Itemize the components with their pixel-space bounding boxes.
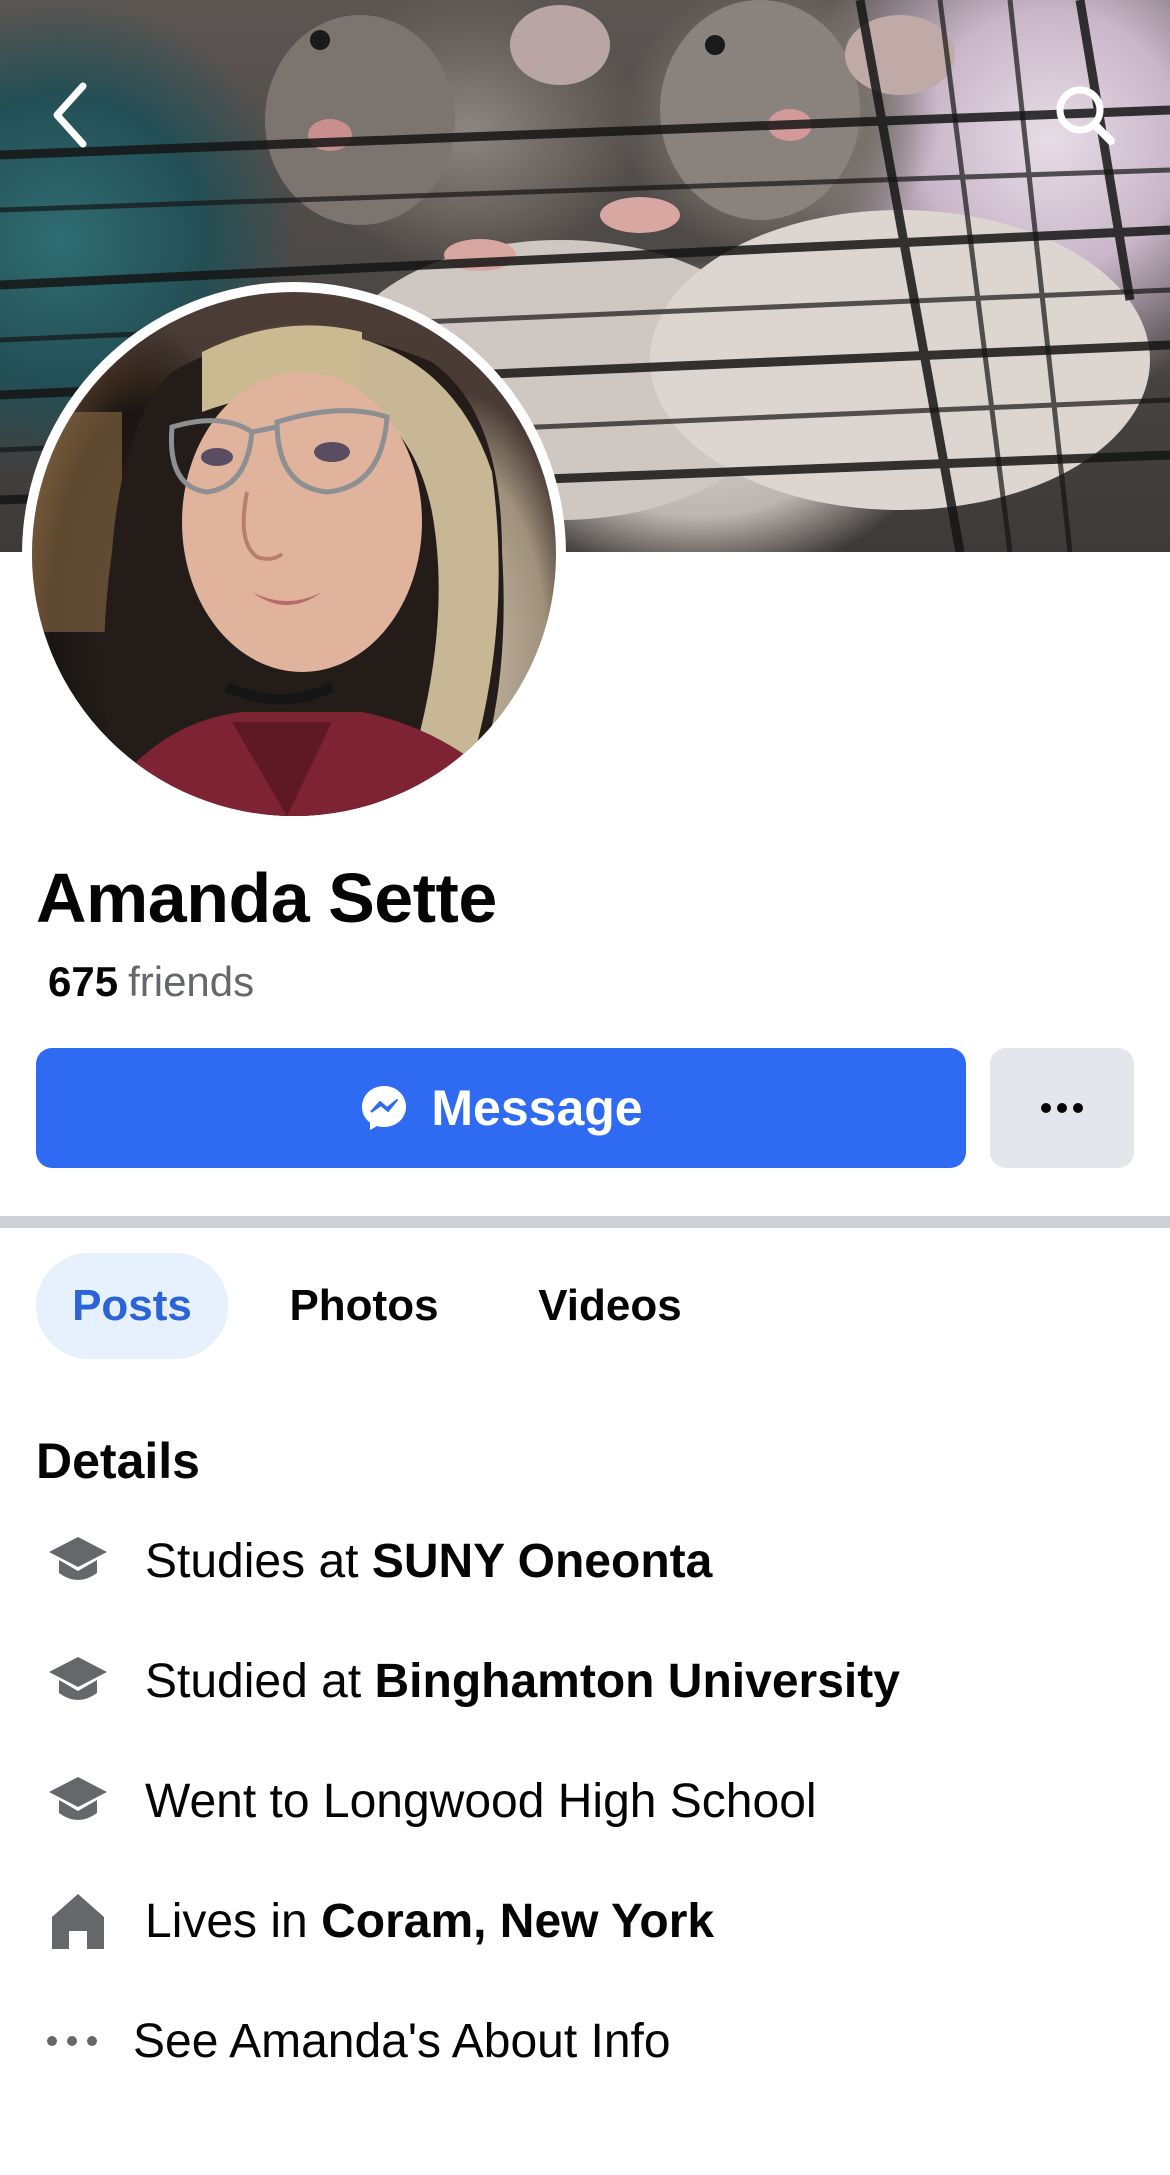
detail-education-past[interactable]: Studied at Binghamton University [0, 1636, 1170, 1726]
message-button[interactable]: Message [36, 1048, 966, 1168]
search-button[interactable] [1045, 75, 1125, 155]
chevron-left-icon [53, 82, 87, 148]
graduation-cap-icon [44, 1767, 112, 1835]
profile-page: Amanda Sette 675 friends Message Posts Ph… [0, 0, 1170, 2175]
details-heading: Details [36, 1433, 200, 1489]
graduation-cap-icon [44, 1527, 112, 1595]
more-options-button[interactable] [990, 1048, 1134, 1168]
detail-text: Studies at SUNY Oneonta [145, 1534, 713, 1588]
search-icon [1056, 86, 1115, 145]
avatar [32, 292, 556, 816]
messenger-icon [362, 1086, 407, 1130]
detail-high-school[interactable]: Went to Longwood High School [0, 1756, 1170, 1846]
friends-label: friends [128, 958, 255, 1005]
detail-text: Studied at Binghamton University [145, 1654, 900, 1708]
detail-text: Lives in Coram, New York [145, 1894, 715, 1948]
graduation-cap-icon [44, 1647, 112, 1715]
detail-lives-in[interactable]: Lives in Coram, New York [0, 1876, 1170, 1966]
tab-posts[interactable]: Posts [36, 1253, 228, 1359]
see-about-info-link[interactable]: See Amanda's About Info [0, 1996, 1170, 2086]
friends-number: 675 [48, 958, 119, 1005]
message-button-label: Message [431, 1080, 643, 1136]
more-dots-icon [1041, 1103, 1083, 1113]
about-info-label: See Amanda's About Info [133, 2014, 671, 2068]
section-divider [0, 1216, 1170, 1228]
tab-videos[interactable]: Videos [510, 1253, 710, 1359]
friends-count[interactable]: 675 friends [48, 958, 254, 1006]
tab-photos[interactable]: Photos [260, 1253, 468, 1359]
home-icon [44, 1887, 112, 1955]
profile-picture-frame[interactable] [22, 282, 566, 826]
detail-text: Went to Longwood High School [145, 1774, 817, 1828]
profile-name: Amanda Sette [36, 859, 497, 937]
back-button[interactable] [30, 75, 110, 155]
detail-education-current[interactable]: Studies at SUNY Oneonta [0, 1516, 1170, 1606]
more-dots-icon [38, 2007, 106, 2075]
